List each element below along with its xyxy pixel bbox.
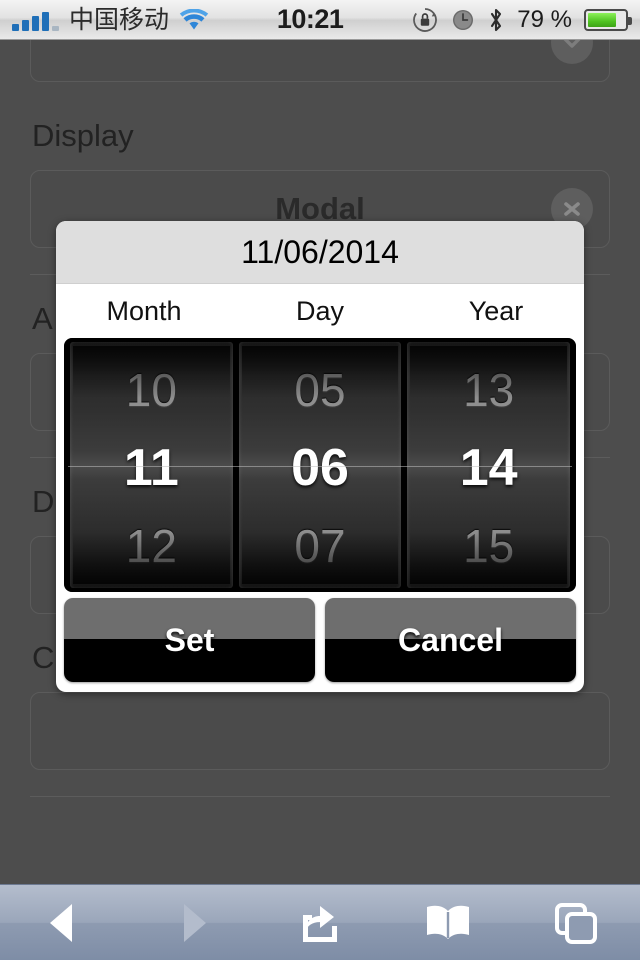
divider <box>30 796 610 797</box>
modal-button-row: Set Cancel <box>56 592 584 690</box>
column-header-day: Day <box>295 295 344 326</box>
wheel-month-next[interactable]: 12 <box>70 506 233 586</box>
wheel-year-selected[interactable]: 14 <box>407 428 570 508</box>
column-header-month: Month <box>106 295 182 326</box>
alarm-clock-icon <box>451 8 475 32</box>
share-icon <box>303 905 337 942</box>
wifi-icon <box>179 8 209 31</box>
wheel-month-selected[interactable]: 11 <box>70 428 233 508</box>
modal-header: 11/06/2014 <box>56 221 584 284</box>
bookmarks-icon <box>427 905 469 939</box>
battery-percent-label: 79 % <box>517 5 572 33</box>
carrier-label: 中国移动 <box>69 5 170 34</box>
wheel-year-next[interactable]: 15 <box>407 506 570 586</box>
wheel-day-previous[interactable]: 05 <box>239 350 402 430</box>
wheel-day-next[interactable]: 07 <box>239 506 402 586</box>
wheel-day[interactable]: 05 06 07 <box>238 342 402 588</box>
tabs-button[interactable] <box>512 900 640 946</box>
selected-date-label: 11/06/2014 <box>241 233 399 270</box>
signal-bars-icon <box>12 9 59 31</box>
battery-icon <box>584 8 632 31</box>
section-label-display: Display <box>32 118 134 153</box>
bookmarks-button[interactable] <box>384 901 512 945</box>
clock-label: 10:21 <box>276 4 344 34</box>
forward-icon <box>184 903 206 942</box>
wheel-column-headers: Month Day Year <box>56 284 584 338</box>
cancel-button[interactable]: Cancel <box>325 598 576 682</box>
status-bar-right: 79 % <box>411 5 632 34</box>
back-icon <box>50 903 72 942</box>
share-button[interactable] <box>256 899 384 947</box>
tabs-icon <box>555 902 597 944</box>
wheel-year-previous[interactable]: 13 <box>407 350 570 430</box>
wheel-month-previous[interactable]: 10 <box>70 350 233 430</box>
input-field-click-here[interactable] <box>30 692 610 770</box>
set-button-label: Set <box>164 621 215 658</box>
date-picker-modal: 11/06/2014 Month Day Year 10 11 12 05 06 <box>56 221 584 692</box>
status-bar-center: 10:21 <box>209 4 411 35</box>
back-button[interactable] <box>0 900 128 946</box>
close-circle-icon[interactable] <box>551 40 593 64</box>
input-field-partial[interactable] <box>30 40 610 82</box>
bluetooth-icon <box>487 7 505 33</box>
status-bar-left: 中国移动 <box>12 7 209 32</box>
section-partial-top <box>0 40 640 92</box>
forward-button[interactable] <box>128 900 256 946</box>
set-button[interactable]: Set <box>64 598 315 682</box>
screen: 中国移动 10:21 79 % Display Modal A D 11/06/… <box>0 0 640 960</box>
column-header-year: Year <box>468 295 524 326</box>
status-bar: 中国移动 10:21 79 % <box>0 0 640 40</box>
wheel-day-selected[interactable]: 06 <box>239 428 402 508</box>
rotation-lock-icon <box>411 6 439 34</box>
browser-toolbar <box>0 884 640 960</box>
spinner-wheels: 10 11 12 05 06 07 13 14 15 <box>64 338 576 592</box>
wheel-month[interactable]: 10 11 12 <box>70 342 233 588</box>
cancel-button-label: Cancel <box>398 621 503 658</box>
wheel-year[interactable]: 13 14 15 <box>407 342 571 588</box>
